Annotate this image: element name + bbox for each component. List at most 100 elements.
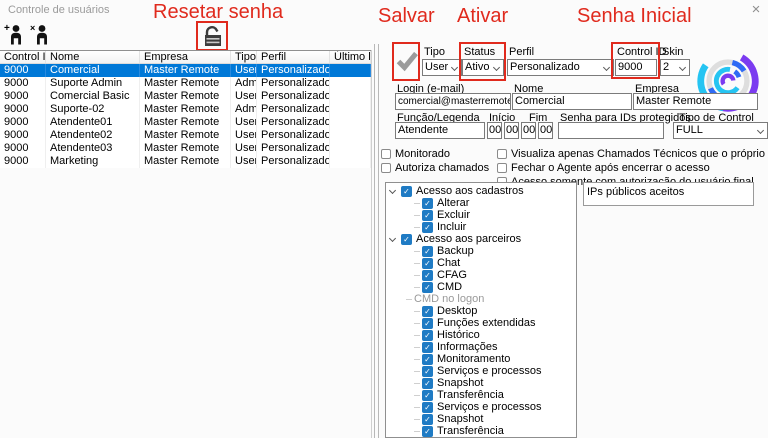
tree-item[interactable]: ✓ Monitoramento	[386, 353, 576, 365]
checkbox-checked-icon[interactable]: ✓	[401, 185, 412, 197]
column-header-tipo[interactable]: Tipo	[231, 51, 257, 63]
column-header-ultimo-login[interactable]: Último login	[330, 51, 371, 63]
annotation-box-salvar	[392, 42, 420, 81]
tree-item-label: CMD	[437, 281, 463, 294]
tree-item[interactable]: ✓ Serviços e processos	[386, 401, 576, 413]
tipo-select[interactable]: User	[422, 59, 462, 76]
nome-input[interactable]: Comercial	[512, 93, 632, 110]
empresa-input[interactable]: Master Remote	[633, 93, 758, 110]
visualiza-chamados-checkbox[interactable]	[497, 149, 507, 159]
tree-item[interactable]: ✓ Transferência	[386, 425, 576, 437]
table-row[interactable]: 9000 Marketing Master Remote User Person…	[0, 155, 371, 168]
checkbox-checked-icon[interactable]: ✓	[401, 233, 412, 245]
permissions-tree[interactable]: ✓ Acesso aos cadastros ✓ Alterar ✓ Excluir ✓ In…	[385, 182, 577, 438]
tree-item[interactable]: CMD no logon	[386, 293, 576, 305]
tree-item[interactable]: ✓ Chat	[386, 257, 576, 269]
fechar-agente-checkbox[interactable]	[497, 163, 507, 173]
table-row[interactable]: 9000 Suporte-02 Master Remote Admin Pers…	[0, 103, 371, 116]
checkbox-checked-icon[interactable]: ✓	[422, 197, 433, 209]
tree-item[interactable]: ✓ Desktop	[386, 305, 576, 317]
tree-item-label: Acesso aos parceiros	[416, 233, 522, 246]
column-header-perfil[interactable]: Perfil	[257, 51, 330, 63]
column-header-empresa[interactable]: Empresa	[140, 51, 231, 63]
monitorado-checkbox[interactable]	[381, 149, 391, 159]
fim-hour-input[interactable]: 00	[521, 122, 536, 139]
checkbox-checked-icon[interactable]: ✓	[422, 209, 433, 221]
expand-arrow-icon[interactable]	[388, 186, 397, 195]
table-row[interactable]: 9000 Comercial Basic Master Remote User …	[0, 90, 371, 103]
checkbox-checked-icon[interactable]: ✓	[422, 245, 433, 257]
expand-arrow-icon[interactable]	[388, 234, 397, 243]
inicio-hour-input[interactable]: 00	[487, 122, 502, 139]
tree-item-label: Snapshot	[437, 377, 484, 390]
table-row[interactable]: 9000 Atendente02 Master Remote User Pers…	[0, 129, 371, 142]
tree-item[interactable]: ✓ Histórico	[386, 329, 576, 341]
senha-ids-input[interactable]	[558, 122, 664, 139]
tree-item-label: Funções extendidas	[437, 317, 536, 330]
tree-item[interactable]: ✓ CFAG	[386, 269, 576, 281]
tree-item[interactable]: ✓ Snapshot	[386, 413, 576, 425]
tree-item-label: CMD no logon	[414, 293, 485, 306]
checkbox-checked-icon[interactable]: ✓	[422, 365, 433, 377]
tree-item-label: Excluir	[437, 209, 471, 222]
checkbox-checked-icon[interactable]: ✓	[422, 401, 433, 413]
checkbox-checked-icon[interactable]: ✓	[422, 389, 433, 401]
column-header-control-id[interactable]: Control ID	[0, 51, 46, 63]
tree-item-label: Monitoramento	[437, 353, 511, 366]
tree-item[interactable]: ✓ Acesso aos parceiros	[386, 233, 576, 245]
inicio-minute-input[interactable]: 00	[504, 122, 519, 139]
divider	[378, 44, 379, 438]
tree-item[interactable]: ✓ Backup	[386, 245, 576, 257]
tree-item[interactable]: ✓ Transferência	[386, 389, 576, 401]
tree-item[interactable]: ✓ Funções extendidas	[386, 317, 576, 329]
checkbox-checked-icon[interactable]: ✓	[422, 425, 433, 437]
checkbox-checked-icon[interactable]: ✓	[422, 377, 433, 389]
tree-item[interactable]: ✓ CMD	[386, 281, 576, 293]
tree-item[interactable]: ✓ Acesso aos cadastros	[386, 185, 576, 197]
checkbox-checked-icon[interactable]: ✓	[422, 341, 433, 353]
remove-user-icon[interactable]: ×	[30, 23, 50, 48]
table-row[interactable]: 9000 Atendente01 Master Remote User Pers…	[0, 116, 371, 129]
close-icon[interactable]: ×	[748, 2, 764, 18]
ips-aceitos-box[interactable]: IPs públicos aceitos	[583, 182, 754, 206]
tree-item[interactable]: ✓ Informações	[386, 341, 576, 353]
ips-aceitos-label: IPs públicos aceitos	[587, 186, 685, 198]
tree-item-label: Serviços e processos	[437, 365, 542, 378]
tree-connector	[414, 334, 420, 336]
tree-item[interactable]: ✓ Excluir	[386, 209, 576, 221]
checkbox-checked-icon[interactable]: ✓	[422, 257, 433, 269]
fim-minute-input[interactable]: 00	[538, 122, 553, 139]
tree-connector	[406, 298, 412, 300]
tree-item[interactable]: ✓ Alterar	[386, 197, 576, 209]
login-input[interactable]: comercial@masterremote.com	[395, 93, 511, 110]
checkbox-checked-icon[interactable]: ✓	[422, 353, 433, 365]
table-row[interactable]: 9000 Atendente03 Master Remote User Pers…	[0, 142, 371, 155]
tree-item[interactable]: ✓ Incluir	[386, 221, 576, 233]
tipo-control-select[interactable]: FULL	[673, 122, 768, 139]
checkbox-checked-icon[interactable]: ✓	[422, 329, 433, 341]
checkbox-checked-icon[interactable]: ✓	[422, 413, 433, 425]
tree-connector	[414, 286, 420, 288]
tree-item-label: Transferência	[437, 425, 504, 438]
add-user-icon[interactable]: +	[4, 23, 24, 48]
chevron-down-icon	[450, 63, 459, 72]
table-row[interactable]: 9000 Comercial Master Remote User Person…	[0, 64, 371, 77]
tree-item[interactable]: ✓ Snapshot	[386, 377, 576, 389]
perfil-select[interactable]: Personalizado	[507, 59, 614, 76]
checkbox-checked-icon[interactable]: ✓	[422, 221, 433, 233]
column-header-nome[interactable]: Nome	[46, 51, 140, 63]
checkbox-checked-icon[interactable]: ✓	[422, 269, 433, 281]
funcao-input[interactable]: Atendente	[395, 122, 485, 139]
tree-connector	[414, 226, 420, 228]
tree-connector	[414, 382, 420, 384]
checkbox-checked-icon[interactable]: ✓	[422, 305, 433, 317]
autoriza-chamados-checkbox[interactable]	[381, 163, 391, 173]
tree-item[interactable]: ✓ Serviços e processos	[386, 365, 576, 377]
checkbox-checked-icon[interactable]: ✓	[422, 317, 433, 329]
skin-select[interactable]: 2	[660, 59, 690, 76]
table-row[interactable]: 9000 Suporte Admin Master Remote Admin P…	[0, 77, 371, 90]
tree-connector	[414, 274, 420, 276]
autoriza-chamados-checkbox-label: Autoriza chamados	[395, 162, 490, 174]
checkbox-checked-icon[interactable]: ✓	[422, 281, 433, 293]
divider[interactable]	[374, 44, 375, 438]
